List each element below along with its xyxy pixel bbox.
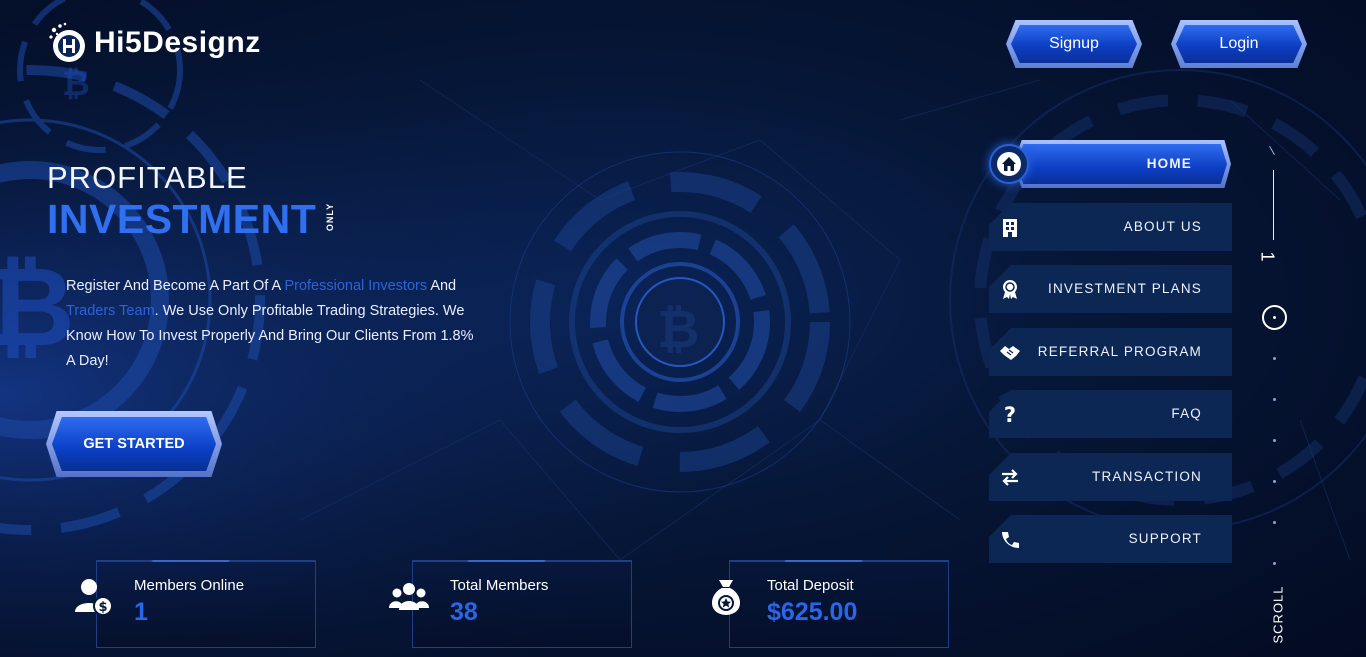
hero-only-tag: ONLY [325,202,336,232]
scroll-dot[interactable] [1273,480,1276,483]
section-number: 1 [1257,251,1278,262]
scroll-dot[interactable] [1273,439,1276,442]
users-group-icon [389,583,429,610]
get-started-label: GET STARTED [52,417,216,471]
nav-item-support[interactable]: SUPPORT [989,515,1232,563]
user-dollar-icon: $ [75,579,113,616]
hero-description: Register And Become A Part Of A Professi… [66,274,476,374]
nav-item-faq[interactable]: ? FAQ [989,390,1232,438]
nav-item-transaction[interactable]: TRANSACTION [989,453,1232,501]
svg-text:₿: ₿ [0,243,75,371]
signup-button[interactable]: Signup [1006,20,1142,68]
scroll-dot[interactable] [1273,562,1276,565]
hero-desc-part1: Register And Become A Part Of A [66,278,285,294]
nav-label: TRANSACTION [1092,469,1202,484]
award-icon [1003,280,1017,299]
nav-label: FAQ [1171,406,1202,421]
money-bag-icon [711,580,741,615]
hero-title-line1: PROFITABLE [47,160,248,195]
stat-label: Members Online [134,577,245,594]
h5-logo-icon [49,22,85,62]
nav-home-fill [1017,144,1227,184]
login-button[interactable]: Login [1171,20,1307,68]
scroll-dot[interactable] [1273,521,1276,524]
nav-label: HOME [1146,156,1192,171]
nav-item-investment-plans[interactable]: INVESTMENT PLANS [989,265,1232,313]
stat-label: Total Deposit [767,577,854,594]
hero-title-line2: INVESTMENT [47,196,317,242]
scroll-label: SCROLL [1270,585,1286,644]
home-icon [1002,157,1016,171]
stat-label: Total Members [450,577,549,594]
login-label: Login [1176,25,1302,63]
hero-desc-highlight-investors: Professional Investors [284,278,428,294]
hero-desc-part2: And [427,278,457,294]
stat-frame [412,560,632,648]
nav-label: INVESTMENT PLANS [1048,281,1202,296]
stat-frame [96,560,316,648]
get-started-button[interactable]: GET STARTED [46,411,222,477]
scroll-dot[interactable] [1273,398,1276,401]
scroll-dot[interactable] [1273,357,1276,360]
nav-item-about-us[interactable]: ABOUT US [989,203,1232,251]
scroll-progress-line [1273,170,1274,240]
handshake-icon [1000,346,1020,360]
brand-logo[interactable]: Hi5Designz [48,22,261,64]
exchange-icon [1002,469,1018,486]
building-icon [1003,219,1017,237]
nav-label: ABOUT US [1123,219,1202,234]
stat-value: $625.00 [767,598,858,626]
question-icon: ? [1004,403,1016,425]
scroll-position-ring[interactable] [1262,305,1287,330]
svg-text:$: $ [98,600,107,615]
svg-text:₿: ₿ [62,64,90,104]
stat-value: 1 [134,598,148,626]
nav-item-referral-program[interactable]: REFERRAL PROGRAM [989,328,1232,376]
svg-text:?: ? [1004,403,1016,425]
signup-label: Signup [1011,25,1137,63]
stat-members-online: $ Members Online 1 [75,560,316,648]
stat-total-deposit: Total Deposit $625.00 [711,560,949,648]
support-icon [1002,532,1019,548]
stat-total-members: Total Members 38 [389,560,632,648]
svg-text:₿: ₿ [657,300,699,360]
nav-item-home[interactable]: HOME [989,140,1232,188]
stat-value: 38 [450,598,478,626]
brand-name: Hi5Designz [94,26,261,59]
hero-desc-highlight-traders: Traders Team [66,303,155,319]
nav-label: REFERRAL PROGRAM [1037,344,1202,359]
nav-label: SUPPORT [1128,531,1202,546]
